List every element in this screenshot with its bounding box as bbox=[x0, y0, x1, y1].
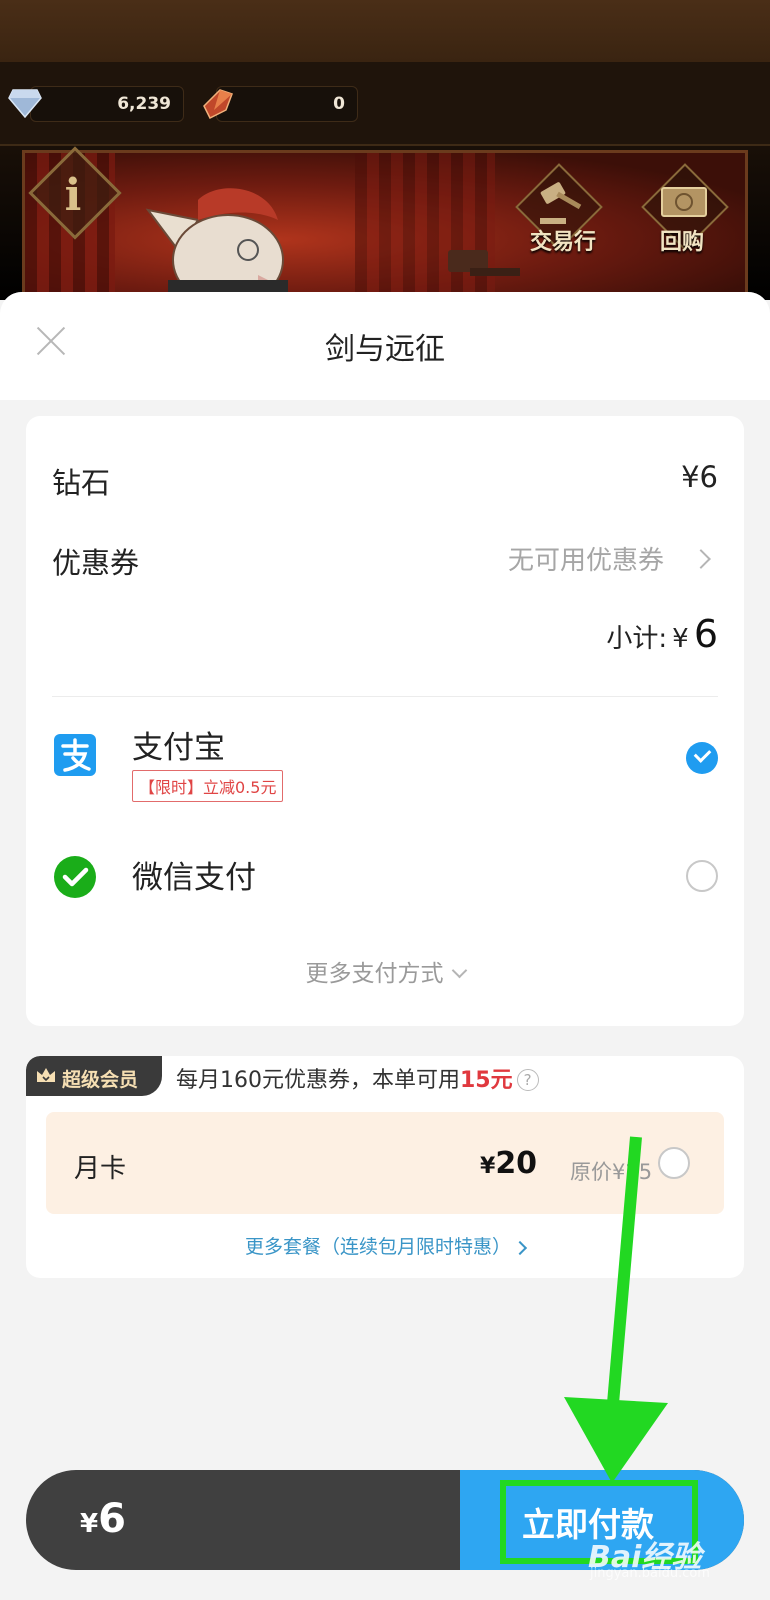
more-payment-methods[interactable]: 更多支付方式 bbox=[26, 954, 744, 988]
vip-badge: 超级会员 bbox=[26, 1056, 162, 1096]
coupon-label: 优惠券 bbox=[52, 546, 140, 580]
subtotal: 小计: ¥ 6 bbox=[606, 612, 718, 656]
divider bbox=[52, 696, 718, 697]
plan-price-amount: 20 bbox=[495, 1146, 538, 1181]
pay-total-currency: ¥ bbox=[80, 1509, 99, 1539]
diamond-counter: 6,239 bbox=[30, 86, 184, 122]
vip-desc-prefix: 每月160元优惠券，本单可用 bbox=[176, 1068, 460, 1093]
sheet-header: 剑与远征 bbox=[0, 292, 770, 400]
item-label: 钻石 bbox=[52, 466, 111, 500]
subtotal-amount: 6 bbox=[693, 612, 718, 656]
game-banner bbox=[22, 150, 748, 300]
diamond-icon bbox=[8, 89, 42, 118]
sheet-title: 剑与远征 bbox=[325, 332, 445, 367]
subtotal-currency: ¥ bbox=[672, 624, 689, 654]
crown-icon bbox=[37, 1068, 55, 1082]
plan-price: ¥20 bbox=[480, 1146, 537, 1181]
crystal-icon bbox=[203, 89, 233, 120]
more-plans-label[interactable]: 更多套餐（连续包月限时特惠） bbox=[245, 1236, 511, 1258]
wechat-pay-icon bbox=[54, 856, 96, 898]
buyback-icon[interactable] bbox=[660, 184, 708, 220]
game-top-bar bbox=[0, 0, 770, 62]
alipay-radio-checked[interactable] bbox=[686, 742, 718, 774]
more-payment-methods-label[interactable]: 更多支付方式 bbox=[306, 961, 444, 987]
help-icon[interactable]: ? bbox=[516, 1069, 539, 1091]
vip-badge-label: 超级会员 bbox=[62, 1069, 139, 1091]
item-price: ¥6 bbox=[681, 460, 718, 494]
subtotal-label: 小计: bbox=[606, 624, 668, 654]
mascot-character-icon bbox=[145, 188, 288, 300]
coupon-value[interactable]: 无可用优惠券 bbox=[508, 540, 664, 577]
vip-desc-amount: 15元 bbox=[460, 1068, 513, 1093]
auction-button-label[interactable]: 交易行 bbox=[530, 224, 596, 256]
gavel-icon[interactable] bbox=[536, 180, 586, 226]
buyback-button-label[interactable]: 回购 bbox=[660, 224, 704, 256]
plan-name: 月卡 bbox=[74, 1154, 127, 1184]
info-icon[interactable]: i bbox=[58, 170, 88, 226]
chevron-right-icon[interactable] bbox=[512, 1240, 528, 1256]
chevron-down-icon[interactable] bbox=[451, 962, 467, 979]
green-arrow-icon bbox=[564, 1136, 668, 1483]
pay-total-amount: 6 bbox=[98, 1496, 126, 1542]
alipay-icon bbox=[54, 734, 96, 776]
wechat-radio[interactable] bbox=[686, 860, 718, 892]
chevron-right-icon[interactable] bbox=[691, 549, 711, 569]
crystal-count: 0 bbox=[333, 94, 345, 114]
crystal-counter: 0 bbox=[216, 86, 358, 122]
promo-tag: 【限时】立减0.5元 bbox=[132, 770, 284, 802]
alipay-name: 支付宝 bbox=[132, 730, 225, 766]
order-card: 钻石 ¥6 优惠券 无可用优惠券 小计: ¥ 6 支付宝 【限时】立减0.5元 bbox=[26, 416, 744, 1026]
gavel-decoration-icon bbox=[448, 250, 520, 276]
vip-description: 每月160元优惠券，本单可用15元? bbox=[176, 1062, 539, 1094]
diamond-count: 6,239 bbox=[117, 94, 171, 114]
watermark-url: jingyan.baidu.com bbox=[590, 1566, 710, 1581]
plan-currency: ¥ bbox=[480, 1154, 496, 1179]
wechat-pay-name: 微信支付 bbox=[132, 860, 256, 896]
pay-total: ¥6 bbox=[80, 1496, 126, 1542]
